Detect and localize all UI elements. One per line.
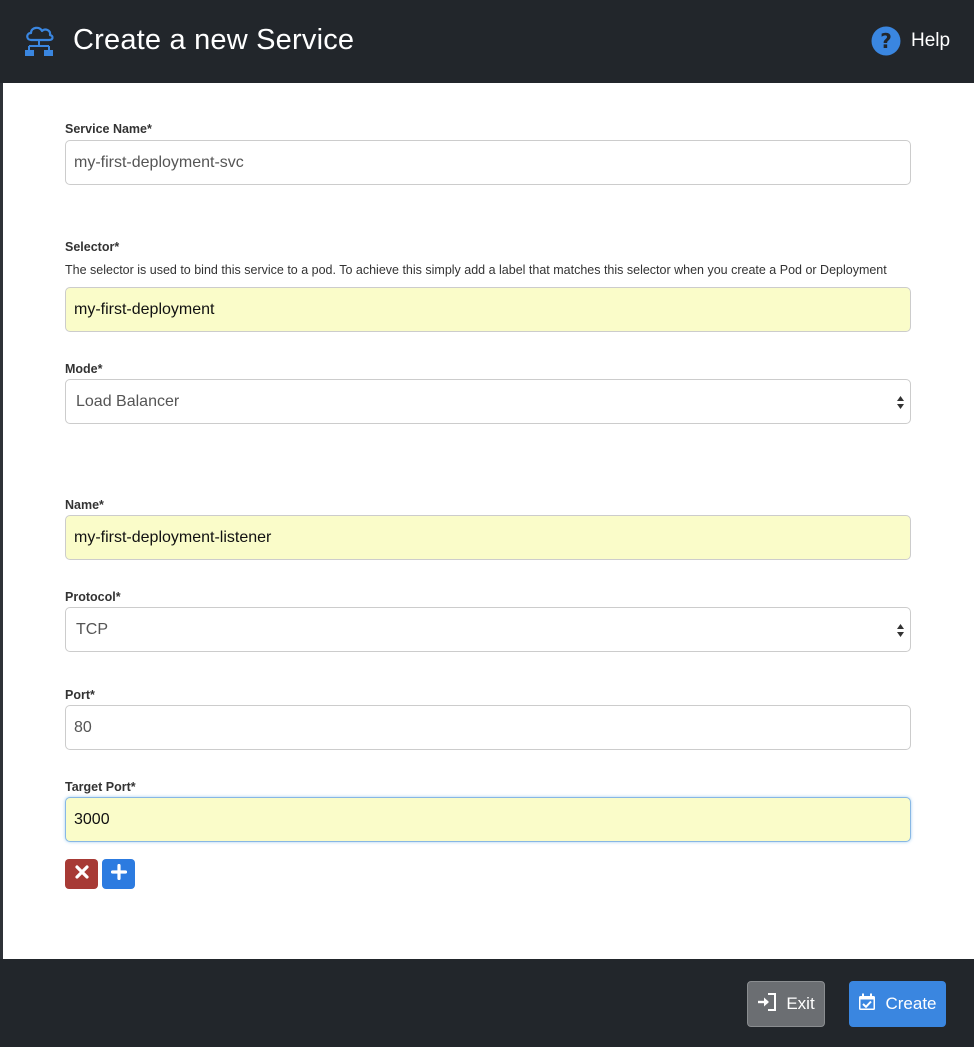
help-button[interactable]: ? Help <box>871 26 950 56</box>
selector-help-text: The selector is used to bind this servic… <box>65 263 887 277</box>
page-title: Create a new Service <box>73 24 355 56</box>
target-port-input[interactable] <box>65 797 911 842</box>
mode-select[interactable]: Load Balancer <box>65 379 911 424</box>
mode-label: Mode* <box>65 362 103 376</box>
select-arrows-icon <box>896 394 905 411</box>
port-label: Port* <box>65 688 95 702</box>
create-button[interactable]: Create <box>849 981 946 1027</box>
page-footer <box>0 959 974 1047</box>
times-icon <box>74 864 89 884</box>
create-label: Create <box>885 994 937 1013</box>
selector-input[interactable] <box>65 287 911 332</box>
listener-name-input[interactable] <box>65 515 911 560</box>
protocol-label: Protocol* <box>65 590 121 604</box>
remove-listener-button[interactable] <box>65 859 98 889</box>
sign-in-icon <box>757 992 786 1016</box>
port-input[interactable] <box>65 705 911 750</box>
service-name-input[interactable] <box>65 140 911 185</box>
mode-selected-value: Load Balancer <box>76 392 180 410</box>
select-arrows-icon <box>896 622 905 639</box>
service-name-label: Service Name* <box>65 122 152 136</box>
cloud-network-icon <box>23 24 55 58</box>
help-label: Help <box>911 30 951 51</box>
protocol-select[interactable]: TCP <box>65 607 911 652</box>
add-listener-button[interactable] <box>102 859 135 889</box>
selector-label: Selector* <box>65 240 120 254</box>
protocol-selected-value: TCP <box>76 620 108 638</box>
plus-icon <box>110 863 127 885</box>
exit-button[interactable]: Exit <box>747 981 825 1027</box>
page-header: Create a new Service ? Help <box>0 0 974 83</box>
target-port-label: Target Port* <box>65 780 136 794</box>
calendar-check-icon <box>858 993 885 1016</box>
exit-label: Exit <box>786 994 815 1013</box>
listener-name-label: Name* <box>65 498 104 512</box>
svg-text:?: ? <box>880 29 892 53</box>
question-circle-icon: ? <box>871 26 901 56</box>
